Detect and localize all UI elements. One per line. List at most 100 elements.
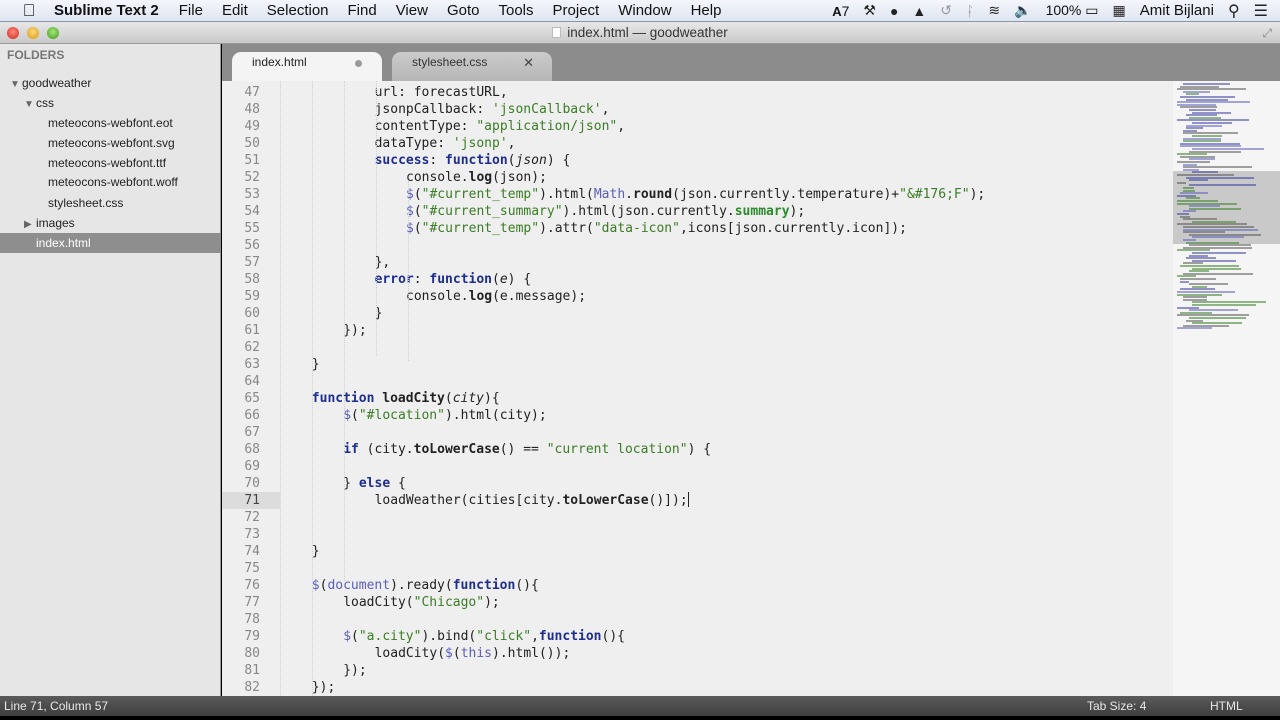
adobe-badge: 7 bbox=[841, 2, 850, 19]
battery-percent: 100% bbox=[1045, 2, 1082, 18]
syntax-selector[interactable]: HTML bbox=[1210, 696, 1243, 716]
line-number: 77 bbox=[244, 595, 260, 610]
sidebar-file[interactable]: meteocons-webfont.woff bbox=[0, 172, 221, 192]
code-line[interactable]: function loadCity(city){ bbox=[312, 390, 500, 407]
minimap-line bbox=[1177, 181, 1186, 184]
sidebar-file[interactable]: meteocons-webfont.svg bbox=[0, 133, 221, 153]
status-bar: Line 71, Column 57 Tab Size: 4 HTML bbox=[0, 696, 1280, 716]
tab-size-selector[interactable]: Tab Size: 4 bbox=[1087, 696, 1146, 716]
code-line[interactable]: jsonpCallback: 'jsonCallback', bbox=[375, 101, 610, 118]
minimap-line bbox=[1189, 207, 1241, 210]
line-number: 52 bbox=[244, 170, 260, 185]
code-line[interactable]: } else { bbox=[343, 475, 406, 492]
code-line[interactable]: $("#current_temp").html(Math.round(json.… bbox=[406, 186, 985, 203]
window-title-text: index.html — goodweather bbox=[567, 25, 728, 40]
code-line[interactable]: console.log(e.message); bbox=[406, 288, 586, 305]
unsaved-dot-icon[interactable] bbox=[355, 60, 362, 67]
spotlight-search-icon[interactable]: ⚲ bbox=[1228, 1, 1240, 21]
cursor-position: Line 71, Column 57 bbox=[4, 699, 109, 713]
line-number-gutter: 47 48 49 50 51 52 53 54 55 56 57 58 59 60 61 62 63 64 65 66… bbox=[222, 81, 280, 696]
growl-icon[interactable]: ● bbox=[890, 3, 898, 19]
battery-status[interactable]: 100% ▭ bbox=[1046, 2, 1099, 19]
indent-guide bbox=[312, 81, 313, 696]
code-line[interactable]: }); bbox=[312, 679, 335, 696]
sidebar-folder[interactable]: ▶ images bbox=[0, 213, 221, 233]
code-line[interactable]: error: function(e) { bbox=[375, 271, 532, 288]
menu-find[interactable]: Find bbox=[348, 2, 377, 19]
menu-view[interactable]: View bbox=[396, 2, 428, 19]
line-number: 59 bbox=[244, 289, 260, 304]
menu-edit[interactable]: Edit bbox=[222, 2, 248, 19]
line-number: 51 bbox=[244, 153, 260, 168]
code-line[interactable]: $("#current_temp").attr("data-icon",icon… bbox=[406, 220, 907, 237]
wifi-icon[interactable]: ≋ bbox=[988, 2, 1000, 19]
sidebar-file[interactable]: stylesheet.css bbox=[0, 193, 221, 213]
code-line[interactable]: $("#location").html(city); bbox=[343, 407, 547, 424]
apple-menu-icon[interactable]:  bbox=[18, 1, 40, 21]
code-line[interactable]: success: function(json) { bbox=[375, 152, 571, 169]
menubar-status-area: A7 ⚒ ● ▲ ↺ ᛛ ≋ 🔈 100% ▭ ▦ Amit Bijlani ⚲… bbox=[832, 1, 1280, 21]
code-line[interactable]: $(document).ready(function(){ bbox=[312, 577, 539, 594]
close-tab-icon[interactable]: ✕ bbox=[523, 52, 534, 73]
code-line[interactable]: url: forecastURL, bbox=[375, 84, 508, 101]
window-title: index.html — goodweather bbox=[0, 25, 1280, 40]
code-line[interactable]: contentType: "application/json", bbox=[375, 118, 625, 135]
sidebar-file[interactable]: meteocons-webfont.eot bbox=[0, 113, 221, 133]
code-line[interactable]: if (city.toLowerCase() == "current locat… bbox=[343, 441, 711, 458]
adobe-icon[interactable]: A7 bbox=[832, 3, 849, 19]
mac-menubar:  Sublime Text 2 File Edit Selection Fin… bbox=[0, 0, 1280, 22]
code-line[interactable]: console.log(json); bbox=[406, 169, 547, 186]
code-line[interactable]: loadCity($(this).html()); bbox=[375, 645, 571, 662]
line-number: 70 bbox=[244, 476, 260, 491]
code-editor[interactable]: 47 48 49 50 51 52 53 54 55 56 57 58 59 60 61 62 63 64 65 66… bbox=[222, 81, 1173, 696]
code-line[interactable]: loadWeather(cities[city.toLowerCase()]); bbox=[375, 492, 689, 509]
sidebar-file[interactable]: meteocons-webfont.ttf bbox=[0, 153, 221, 173]
line-number: 78 bbox=[244, 612, 260, 627]
menu-tools[interactable]: Tools bbox=[498, 2, 533, 19]
notification-list-icon[interactable]: ☰ bbox=[1254, 1, 1268, 21]
document-icon bbox=[552, 27, 562, 38]
disclosure-expanded-icon[interactable]: ▼ bbox=[24, 95, 36, 115]
code-line[interactable]: $("a.city").bind("click",function(){ bbox=[343, 628, 625, 645]
airplay-icon[interactable]: ▲ bbox=[912, 3, 926, 19]
disclosure-collapsed-icon[interactable]: ▶ bbox=[24, 215, 36, 235]
menu-window[interactable]: Window bbox=[618, 2, 671, 19]
code-line[interactable]: loadCity("Chicago"); bbox=[343, 594, 500, 611]
tab-stylesheet-css[interactable]: stylesheet.css ✕ bbox=[392, 52, 552, 81]
minimap[interactable] bbox=[1173, 81, 1280, 696]
menu-selection[interactable]: Selection bbox=[267, 2, 329, 19]
code-line[interactable]: $("#current_summary").html(json.currentl… bbox=[406, 203, 805, 220]
tree-item-label: meteocons-webfont.ttf bbox=[48, 156, 167, 170]
minimap-line bbox=[1180, 280, 1189, 283]
user-name[interactable]: Amit Bijlani bbox=[1140, 2, 1214, 19]
sidebar-folder[interactable]: ▼ css bbox=[0, 93, 221, 113]
line-number: 60 bbox=[244, 306, 260, 321]
line-number: 75 bbox=[244, 561, 260, 576]
anvil-icon[interactable]: ⚒ bbox=[863, 2, 876, 19]
volume-icon[interactable]: 🔈 bbox=[1014, 2, 1031, 19]
line-number: 68 bbox=[244, 442, 260, 457]
menu-goto[interactable]: Goto bbox=[447, 2, 480, 19]
code-line[interactable]: }); bbox=[343, 662, 366, 679]
line-number: 71 bbox=[222, 492, 280, 509]
time-machine-icon[interactable]: ↺ bbox=[940, 2, 952, 19]
sidebar-file[interactable]: index.html bbox=[0, 233, 221, 253]
fullscreen-icon[interactable]: ⤢ bbox=[1262, 26, 1272, 41]
line-number: 79 bbox=[244, 629, 260, 644]
disclosure-expanded-icon[interactable]: ▼ bbox=[10, 75, 22, 95]
tab-index-html[interactable]: index.html bbox=[232, 52, 382, 81]
menu-file[interactable]: File bbox=[179, 2, 203, 19]
minimap-line bbox=[1189, 179, 1208, 182]
code-line[interactable]: }); bbox=[343, 322, 366, 339]
menu-app-name[interactable]: Sublime Text 2 bbox=[54, 2, 159, 19]
menu-project[interactable]: Project bbox=[553, 2, 600, 19]
line-number: 72 bbox=[244, 510, 260, 525]
minimap-line bbox=[1192, 304, 1256, 306]
line-number: 57 bbox=[244, 255, 260, 270]
menu-help[interactable]: Help bbox=[691, 2, 722, 19]
code-line[interactable]: dataType: 'jsonp', bbox=[375, 135, 516, 152]
sidebar-folder[interactable]: ▼ goodweather bbox=[0, 73, 221, 93]
line-number: 65 bbox=[244, 391, 260, 406]
bluetooth-icon[interactable]: ᛛ bbox=[966, 3, 974, 19]
calendar-icon[interactable]: ▦ bbox=[1113, 2, 1126, 19]
